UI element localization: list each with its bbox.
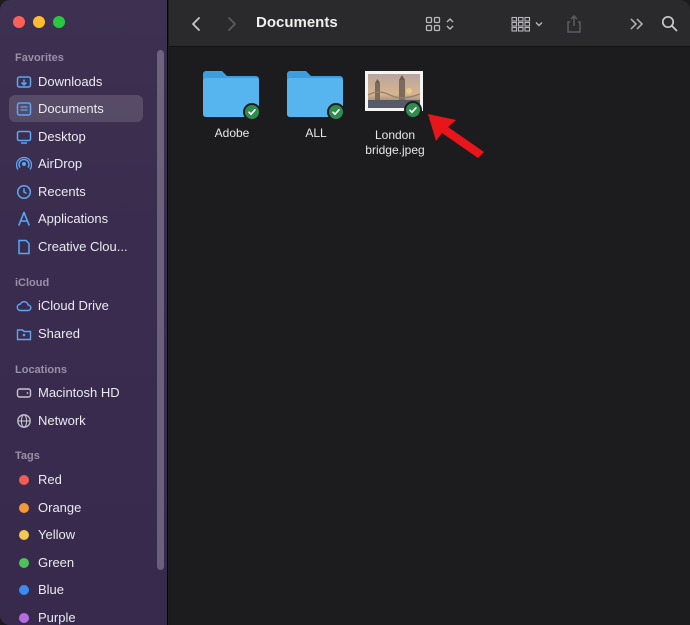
synced-check-icon	[327, 103, 345, 121]
tag-dot	[19, 474, 29, 485]
sidebar-item-label: Green	[38, 555, 75, 570]
sidebar-item-label: Blue	[38, 582, 65, 597]
sidebar-item-label: Network	[38, 413, 86, 428]
section-favorites: Favorites	[15, 52, 64, 64]
grid-view-icon	[425, 16, 441, 31]
synced-check-icon	[404, 101, 422, 119]
sidebar-item-recents[interactable]: Recents	[9, 178, 143, 205]
download-icon	[15, 73, 33, 91]
sidebar-tag-yellow[interactable]: Yellow	[9, 521, 143, 548]
window-controls	[13, 16, 65, 28]
tag-dot	[19, 502, 29, 513]
window-title: Documents	[256, 14, 338, 31]
sidebar-item-label: Recents	[38, 184, 86, 199]
chevron-down-icon	[535, 21, 542, 26]
view-mode-button[interactable]	[421, 0, 459, 47]
sidebar-item-downloads[interactable]: Downloads	[9, 68, 143, 95]
share-icon	[567, 14, 581, 33]
sidebar-scrollbar[interactable]	[157, 50, 164, 570]
sidebar-item-label: Orange	[38, 500, 82, 515]
sidebar: Favorites Downloads Documents Desktop Ai…	[0, 0, 168, 625]
sidebar-item-macintosh-hd[interactable]: Macintosh HD	[9, 379, 143, 406]
search-icon	[661, 15, 677, 32]
finder-window: Favorites Downloads Documents Desktop Ai…	[0, 0, 690, 625]
annotation-arrow-icon	[428, 114, 484, 158]
sidebar-tag-orange[interactable]: Orange	[9, 494, 143, 521]
search-button[interactable]	[657, 0, 681, 47]
sidebar-item-icloud-drive[interactable]: iCloud Drive	[9, 292, 143, 319]
tag-dot	[19, 529, 29, 540]
sidebar-item-label: Creative Clou...	[38, 239, 128, 254]
sidebar-item-label: Downloads	[38, 74, 103, 89]
share-button[interactable]	[561, 0, 587, 47]
back-button[interactable]	[183, 0, 209, 47]
sidebar-tag-purple[interactable]: Purple	[9, 604, 143, 625]
sidebar-item-label: Desktop	[38, 129, 86, 144]
sidebar-item-label: Purple	[38, 610, 76, 625]
tag-dot	[19, 557, 29, 568]
section-locations: Locations	[15, 364, 67, 376]
forward-button[interactable]	[219, 0, 245, 47]
disk-icon	[15, 384, 33, 402]
chevron-left-icon	[192, 16, 200, 31]
section-tags: Tags	[15, 450, 40, 462]
file-item-all[interactable]: ALL	[271, 68, 361, 141]
document-icon	[15, 238, 33, 256]
sidebar-item-label: Macintosh HD	[38, 385, 120, 400]
sidebar-item-label: Documents	[38, 101, 104, 116]
sidebar-item-label: Yellow	[38, 527, 76, 542]
sidebar-item-documents[interactable]: Documents	[9, 95, 143, 122]
sidebar-tag-green[interactable]: Green	[9, 549, 143, 576]
cloud-icon	[15, 297, 33, 315]
group-button[interactable]	[507, 0, 547, 47]
sidebar-tag-blue[interactable]: Blue	[9, 576, 143, 603]
sidebar-item-creative-cloud[interactable]: Creative Clou...	[9, 233, 143, 260]
sidebar-tag-red[interactable]: Red	[9, 466, 143, 493]
tag-dot	[19, 612, 29, 623]
applications-icon	[15, 210, 33, 228]
sidebar-item-desktop[interactable]: Desktop	[9, 123, 143, 150]
file-item-adobe[interactable]: Adobe	[187, 68, 277, 141]
sidebar-item-shared[interactable]: Shared	[9, 320, 143, 347]
section-icloud: iCloud	[15, 277, 50, 289]
airdrop-icon	[15, 155, 33, 173]
sidebar-item-label: Red	[38, 472, 62, 487]
minimize-window-button[interactable]	[33, 16, 45, 28]
toolbar: Documents	[169, 0, 690, 47]
sidebar-item-label: AirDrop	[38, 156, 83, 171]
more-toolbar-button[interactable]	[625, 0, 649, 47]
clock-icon	[15, 183, 33, 201]
sidebar-item-network[interactable]: Network	[9, 407, 143, 434]
synced-check-icon	[243, 103, 261, 121]
chevron-updown-icon	[446, 17, 454, 30]
sidebar-item-label: iCloud Drive	[38, 298, 109, 313]
file-name: ALL	[305, 126, 327, 140]
desktop-icon	[15, 128, 33, 146]
shared-folder-icon	[15, 325, 33, 343]
file-browser-area[interactable]: Adobe ALL London bridge.jpeg	[169, 48, 690, 625]
sidebar-item-applications[interactable]: Applications	[9, 205, 143, 232]
sidebar-item-label: Applications	[38, 211, 109, 226]
file-name: Adobe	[214, 126, 250, 140]
group-grid-icon	[510, 16, 530, 32]
globe-icon	[15, 412, 33, 430]
tag-dot	[19, 584, 29, 595]
chevron-double-right-icon	[630, 17, 644, 30]
sidebar-item-label: Shared	[38, 326, 80, 341]
close-window-button[interactable]	[13, 16, 25, 28]
sidebar-item-airdrop[interactable]: AirDrop	[9, 150, 143, 177]
document-icon	[15, 100, 33, 118]
zoom-window-button[interactable]	[53, 16, 65, 28]
chevron-right-icon	[228, 16, 236, 31]
